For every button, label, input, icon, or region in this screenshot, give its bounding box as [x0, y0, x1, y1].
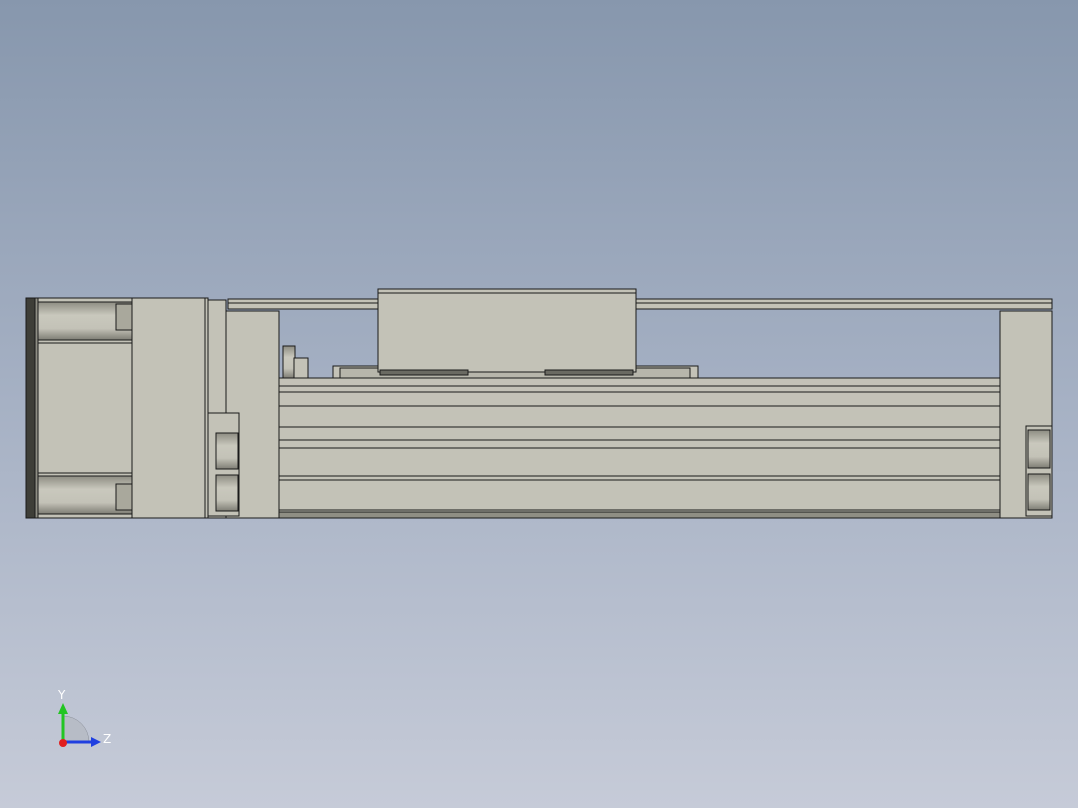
- coupling-housing: [207, 299, 280, 519]
- cad-viewport[interactable]: Y Z: [0, 0, 1078, 808]
- x-axis-origin: [59, 739, 67, 747]
- z-axis-label: Z: [103, 732, 112, 746]
- top-cover-strip: [227, 298, 1053, 310]
- linear-actuator-model[interactable]: [0, 0, 1078, 808]
- fitting: [282, 345, 309, 379]
- y-axis-label: Y: [58, 688, 66, 702]
- actuator-profile: [278, 377, 1001, 519]
- motor-screw-top: [37, 301, 133, 341]
- motor-screw-bottom: [37, 475, 133, 515]
- carriage-block: [377, 288, 637, 376]
- end-block: [999, 310, 1053, 519]
- orientation-triad: [58, 703, 101, 747]
